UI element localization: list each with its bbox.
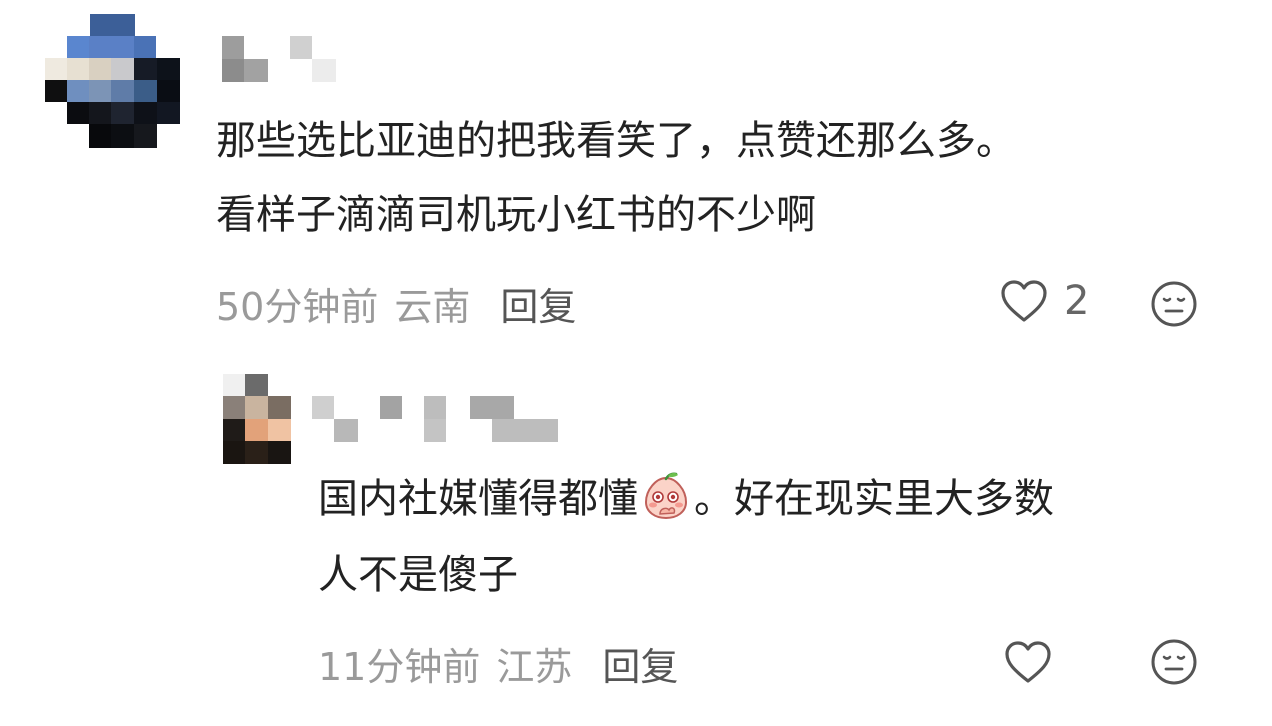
comment-time: 50分钟前 [216,285,379,329]
heart-outline-icon [1001,280,1047,322]
like-button[interactable] [1004,640,1052,684]
neutral-face-icon[interactable] [1150,280,1198,328]
comment-meta: 11分钟前 江苏 回复 [318,636,678,691]
comment-text-segment: 。好在现实里大多数 [694,476,1054,522]
like-count: 2 [1064,278,1090,324]
comment-text-line: 国内社媒懂得都懂 。好在现实里大多数 [318,462,1054,536]
reply-button[interactable]: 回复 [500,276,576,331]
reply-button[interactable]: 回复 [602,636,678,691]
comment-text-segment: 国内社媒懂得都懂 [318,476,638,522]
comment-meta: 50分钟前 云南 回复 [216,276,576,331]
heart-outline-icon [1005,641,1051,683]
avatar[interactable] [45,14,180,148]
comment-text-line: 看样子滴滴司机玩小红书的不少啊 [216,192,816,238]
avatar[interactable] [223,374,291,464]
peach-emoji-icon [644,472,688,520]
like-button[interactable]: 2 [1000,278,1089,324]
comment-text-line: 那些选比亚迪的把我看笑了，点赞还那么多。 [216,118,1016,164]
comment-time: 11分钟前 [318,645,481,689]
comment-location: 江苏 [496,645,573,689]
username[interactable] [222,36,336,82]
neutral-face-icon[interactable] [1150,638,1198,686]
comment-location: 云南 [394,285,471,329]
username[interactable] [312,396,558,442]
comment-text-line: 人不是傻子 [318,552,518,598]
